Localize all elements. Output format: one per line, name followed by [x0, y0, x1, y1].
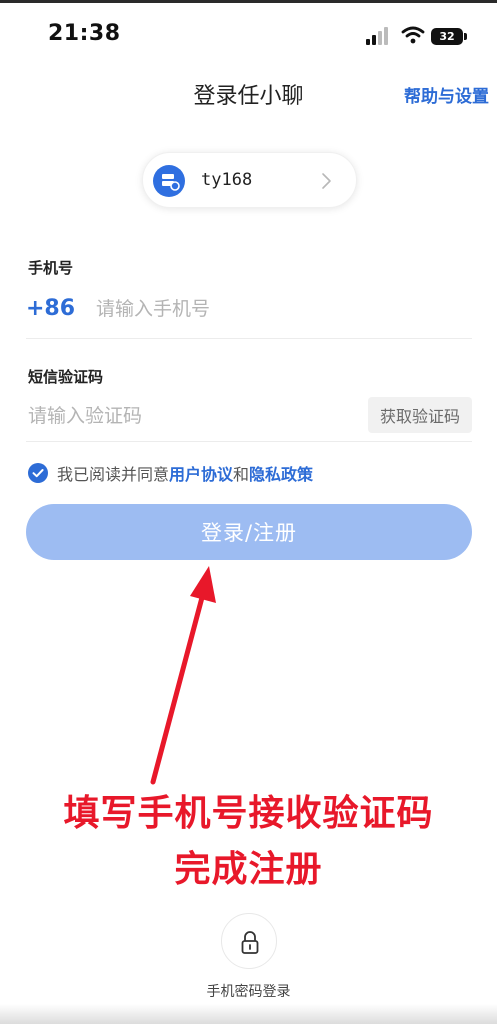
agreement-row: 我已阅读并同意 用户协议 和 隐私政策: [28, 461, 313, 485]
top-nav: 登录任小聊 帮助与设置: [0, 62, 497, 122]
checkbox-checked-icon[interactable]: [28, 463, 48, 483]
battery-icon: 32: [431, 28, 467, 45]
sms-code-input[interactable]: [28, 399, 348, 433]
agreement-prefix: 我已阅读并同意: [57, 465, 170, 484]
user-agreement-link[interactable]: 用户协议: [169, 461, 233, 485]
phone-input[interactable]: [96, 292, 456, 326]
status-time: 21:38: [48, 21, 121, 46]
wifi-icon: [401, 26, 425, 44]
account-selector[interactable]: ty168: [142, 152, 357, 208]
chevron-right-icon: [322, 173, 331, 189]
cellular-signal-icon: [366, 27, 392, 45]
account-name: ty168: [201, 170, 253, 190]
password-login-button[interactable]: [221, 913, 277, 969]
get-code-button[interactable]: 获取验证码: [368, 397, 472, 433]
login-register-button[interactable]: 登录/注册: [26, 504, 472, 560]
help-settings-link[interactable]: 帮助与设置: [404, 82, 489, 107]
agreement-conjunction: 和: [233, 465, 250, 484]
status-bar: 21:38 32: [0, 0, 497, 62]
password-login-label[interactable]: 手机密码登录: [0, 981, 497, 1001]
annotation-line-2: 完成注册: [174, 849, 323, 890]
phone-label: 手机号: [28, 259, 74, 277]
account-server-icon: [153, 165, 185, 197]
phone-divider: [26, 338, 472, 339]
sms-code-label: 短信验证码: [28, 368, 104, 386]
privacy-policy-link[interactable]: 隐私政策: [249, 461, 313, 485]
annotation-line-1: 填写手机号接收验证码: [63, 793, 434, 834]
country-code-selector[interactable]: +86: [26, 296, 75, 321]
sms-divider: [26, 441, 472, 442]
lock-icon: [241, 931, 259, 954]
bottom-fade: [0, 1004, 497, 1024]
